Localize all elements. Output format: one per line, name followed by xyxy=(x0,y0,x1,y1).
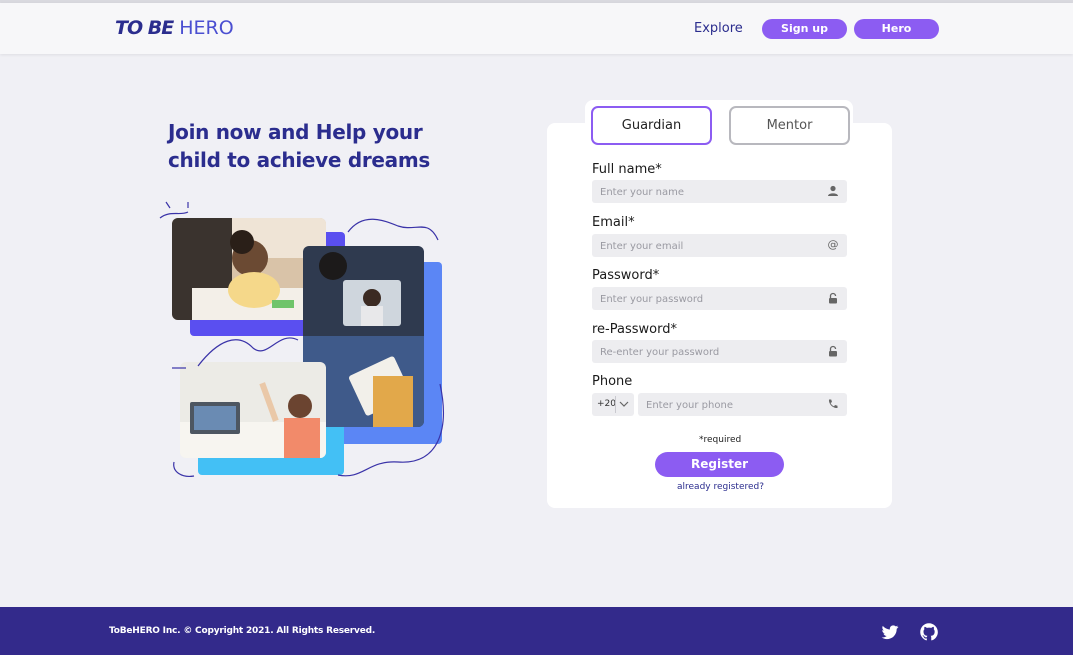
tab-mentor[interactable]: Mentor xyxy=(729,106,850,145)
country-code-divider xyxy=(615,396,616,413)
header: TO BE HERO Explore Sign up Hero xyxy=(0,3,1073,54)
repassword-label: re-Password* xyxy=(592,322,677,337)
signup-button[interactable]: Sign up xyxy=(762,19,847,39)
password-field xyxy=(592,287,847,311)
phone-field xyxy=(638,393,847,417)
footer-copyright: ToBeHERO Inc. © Copyright 2021. All Righ… xyxy=(109,626,376,636)
fullname-field xyxy=(592,180,847,204)
twitter-icon[interactable] xyxy=(880,622,900,642)
repassword-input[interactable] xyxy=(592,341,847,364)
logo-hero: HERO xyxy=(179,17,234,39)
user-icon xyxy=(827,185,839,197)
at-icon: @ xyxy=(827,238,839,251)
fullname-label: Full name* xyxy=(592,162,662,177)
lock-icon xyxy=(827,345,839,357)
footer: ToBeHERO Inc. © Copyright 2021. All Righ… xyxy=(0,607,1073,655)
email-field: @ xyxy=(592,234,847,258)
nav-explore-link[interactable]: Explore xyxy=(694,21,743,36)
email-label: Email* xyxy=(592,215,635,230)
phone-label: Phone xyxy=(592,374,633,389)
already-registered-link[interactable]: already registered? xyxy=(677,482,764,492)
fullname-input[interactable] xyxy=(592,181,847,204)
hero-collage xyxy=(158,200,453,485)
tab-guardian[interactable]: Guardian xyxy=(591,106,712,145)
lock-icon xyxy=(827,292,839,304)
country-code-value: +20 xyxy=(597,399,616,409)
required-note: *required xyxy=(699,435,742,445)
logo[interactable]: TO BE HERO xyxy=(115,17,234,39)
email-input[interactable] xyxy=(592,235,847,258)
password-label: Password* xyxy=(592,268,660,283)
logo-tobe: TO BE xyxy=(115,17,174,39)
phone-input[interactable] xyxy=(638,394,847,417)
hero-headline: Join now and Help your child to achieve … xyxy=(168,120,431,172)
password-input[interactable] xyxy=(592,288,847,311)
github-icon[interactable] xyxy=(919,622,939,642)
country-code-select[interactable]: +20 xyxy=(592,393,634,416)
decorative-squiggles xyxy=(159,201,444,477)
repassword-field xyxy=(592,340,847,364)
chevron-down-icon xyxy=(619,400,629,411)
phone-icon xyxy=(827,398,839,410)
register-button[interactable]: Register xyxy=(655,452,784,477)
hero-button[interactable]: Hero xyxy=(854,19,939,39)
